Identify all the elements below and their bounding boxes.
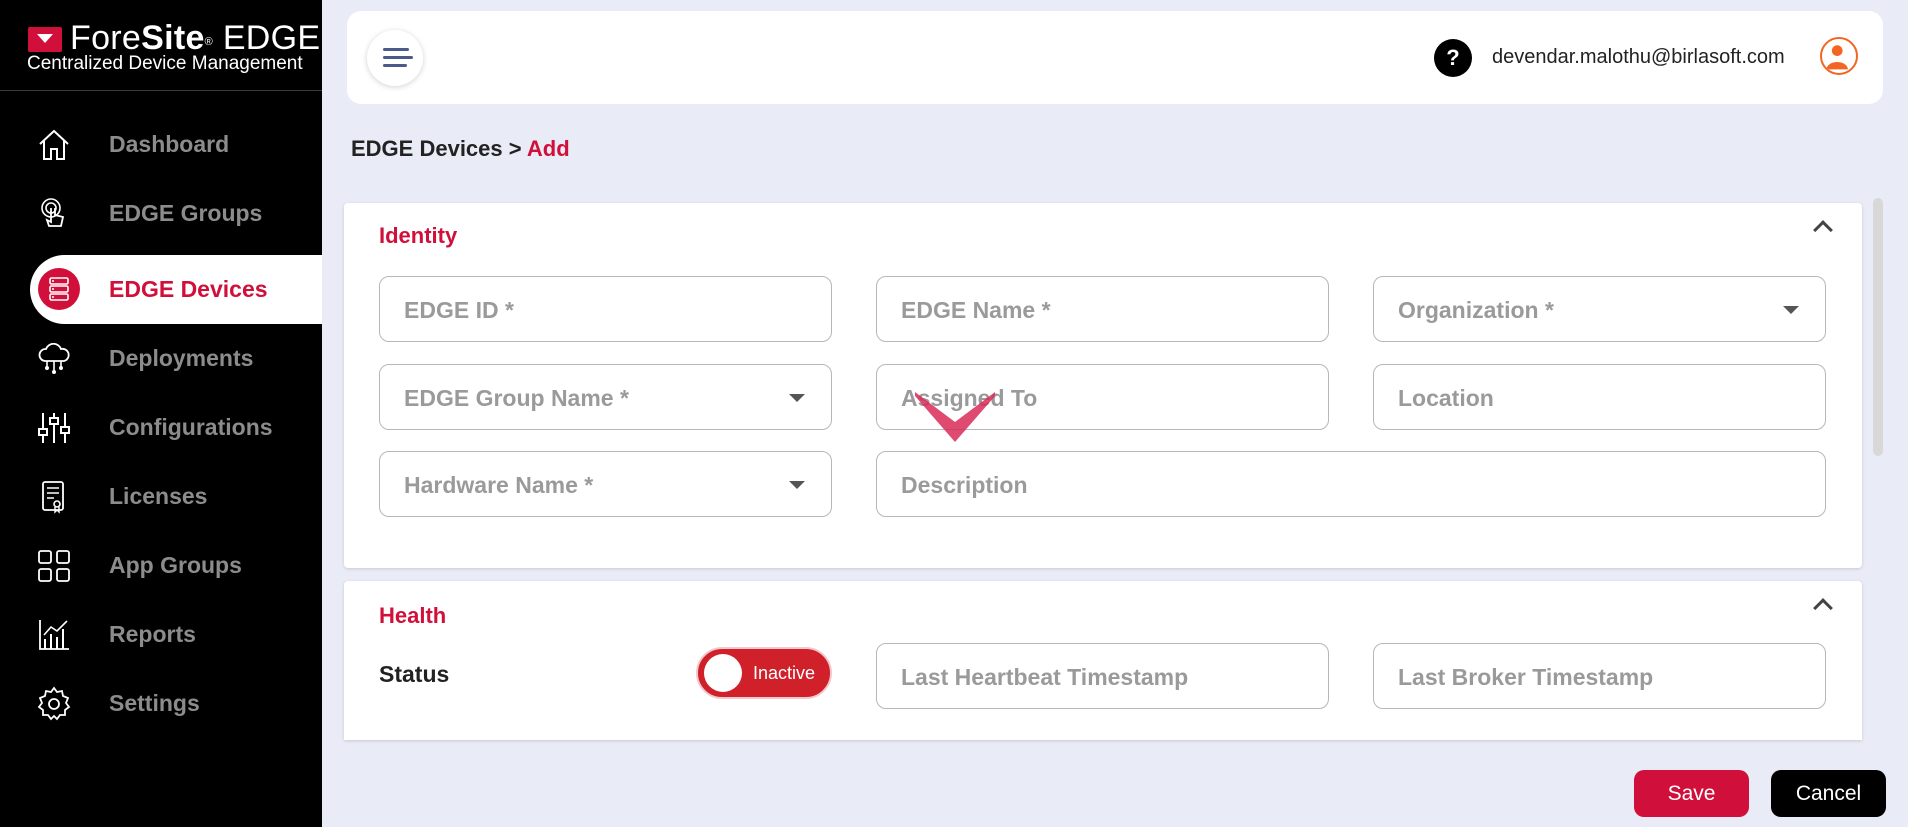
status-label: Status xyxy=(379,661,450,687)
dropdown-caret-icon xyxy=(1783,306,1799,314)
sidebar-item-app-groups[interactable]: App Groups xyxy=(0,531,322,600)
sidebar-item-label: Configurations xyxy=(109,414,273,440)
sidebar: ForeSite® EDGE Centralized Device Manage… xyxy=(0,0,322,827)
user-avatar-icon[interactable] xyxy=(1820,37,1858,75)
brand-logo: ForeSite® EDGE Centralized Device Manage… xyxy=(0,0,322,91)
sidebar-item-label: Deployments xyxy=(109,345,254,371)
hardware-name-select[interactable]: Hardware Name * xyxy=(379,451,832,517)
help-icon[interactable]: ? xyxy=(1434,39,1472,77)
breadcrumb-current: Add xyxy=(526,136,570,161)
brand-subtitle: Centralized Device Management xyxy=(27,53,303,74)
last-heartbeat-field[interactable]: Last Heartbeat Timestamp xyxy=(876,643,1329,709)
user-email: devendar.malothu@birlasoft.com xyxy=(1492,46,1785,68)
sidebar-item-label: Reports xyxy=(109,621,196,647)
dropdown-caret-icon xyxy=(789,481,805,489)
menu-line xyxy=(383,64,407,67)
identity-section: Identity EDGE ID * EDGE Name * Organizat… xyxy=(344,203,1862,568)
sidebar-item-label: Settings xyxy=(109,690,200,716)
touch-icon xyxy=(41,198,65,227)
breadcrumb-separator: > xyxy=(502,136,527,161)
sidebar-item-edge-groups[interactable]: EDGE Groups xyxy=(0,179,322,248)
health-title: Health xyxy=(379,603,447,628)
grid-icon xyxy=(38,550,70,582)
sidebar-item-label: App Groups xyxy=(109,552,242,578)
sliders-icon xyxy=(38,413,70,443)
sidebar-item-label: EDGE Groups xyxy=(109,200,263,226)
sidebar-item-label: Dashboard xyxy=(109,131,230,157)
last-broker-field[interactable]: Last Broker Timestamp xyxy=(1373,643,1826,709)
server-icon xyxy=(38,268,80,310)
collapse-chevron-icon[interactable] xyxy=(1813,598,1833,618)
hamburger-menu-button[interactable] xyxy=(367,30,423,86)
toggle-label: Inactive xyxy=(753,663,816,683)
pointer-marker-icon xyxy=(915,392,995,442)
sidebar-item-dashboard[interactable]: Dashboard xyxy=(0,110,322,179)
sidebar-nav: Dashboard EDGE Groups EDGE Devices Deplo… xyxy=(0,110,322,738)
gear-icon xyxy=(37,686,71,721)
sidebar-item-edge-devices[interactable]: EDGE Devices xyxy=(30,255,322,324)
health-section: Health Status Inactive Last Heartbeat Ti… xyxy=(344,581,1862,740)
breadcrumb: EDGE Devices > Add xyxy=(351,136,570,162)
sidebar-item-label: Licenses xyxy=(109,483,208,509)
sidebar-item-reports[interactable]: Reports xyxy=(0,600,322,669)
certificate-icon xyxy=(42,481,64,514)
menu-line xyxy=(383,56,413,59)
toggle-knob xyxy=(704,654,742,692)
breadcrumb-parent[interactable]: EDGE Devices xyxy=(351,136,503,161)
sidebar-item-settings[interactable]: Settings xyxy=(0,669,322,738)
logo-mark-icon xyxy=(28,27,62,52)
description-field[interactable]: Description xyxy=(876,451,1826,517)
home-icon xyxy=(39,129,69,160)
save-button[interactable]: Save xyxy=(1634,770,1749,817)
edge-group-name-select[interactable]: EDGE Group Name * xyxy=(379,364,832,430)
brand-title: ForeSite® EDGE xyxy=(70,19,321,57)
cancel-button[interactable]: Cancel xyxy=(1771,770,1886,817)
dropdown-caret-icon xyxy=(789,394,805,402)
top-header: ? devendar.malothu@birlasoft.com xyxy=(347,11,1883,104)
organization-select[interactable]: Organization * xyxy=(1373,276,1826,342)
cloud-network-icon xyxy=(38,342,70,374)
collapse-chevron-icon[interactable] xyxy=(1813,220,1833,240)
status-toggle[interactable]: Inactive xyxy=(696,647,832,699)
sidebar-item-licenses[interactable]: Licenses xyxy=(0,462,322,531)
sidebar-item-configurations[interactable]: Configurations xyxy=(0,393,322,462)
sidebar-item-label: EDGE Devices xyxy=(109,276,268,302)
edge-name-field[interactable]: EDGE Name * xyxy=(876,276,1329,342)
identity-title: Identity xyxy=(379,223,458,248)
edge-id-field[interactable]: EDGE ID * xyxy=(379,276,832,342)
chart-icon xyxy=(39,620,69,650)
menu-line xyxy=(383,48,409,51)
scrollbar[interactable] xyxy=(1873,198,1883,456)
sidebar-item-deployments[interactable]: Deployments xyxy=(0,324,322,393)
location-field[interactable]: Location xyxy=(1373,364,1826,430)
